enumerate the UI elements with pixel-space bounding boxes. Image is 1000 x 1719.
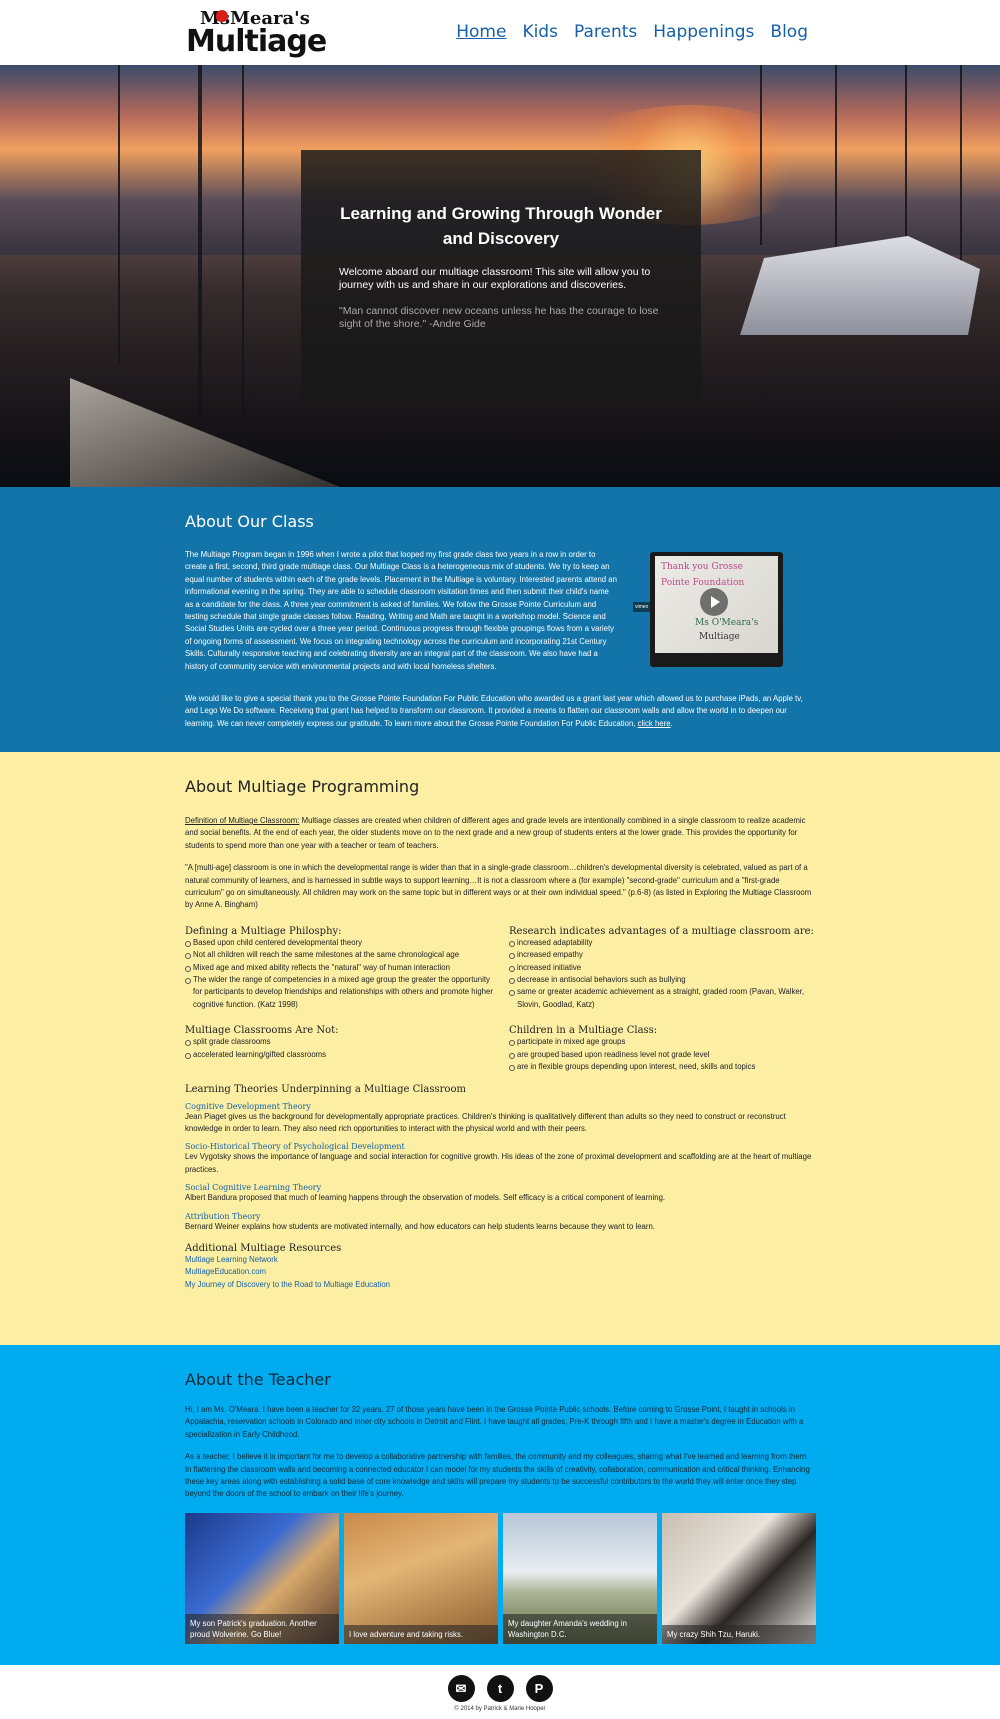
list-item: Mixed age and mixed ability reflects the…	[185, 962, 493, 974]
boat-mast	[118, 65, 120, 365]
about-class-title: About Our Class	[185, 512, 314, 531]
twitter-icon[interactable]: t	[486, 1675, 514, 1702]
logo-multiage: Multiage	[186, 24, 327, 59]
boat-mast	[242, 65, 244, 425]
about-class-section: About Our Class The Multiage Program beg…	[0, 487, 1000, 752]
hero-quote: "Man cannot discover new oceans unless h…	[339, 305, 659, 330]
nav-parents[interactable]: Parents	[574, 22, 637, 42]
definition-paragraph: Definition of Multiage Classroom: Multia…	[185, 815, 817, 852]
photo-gallery: My son Patrick's graduation. Another pro…	[185, 1512, 817, 1644]
nav-blog[interactable]: Blog	[770, 22, 808, 42]
boat-mast	[760, 65, 762, 245]
teacher-section: About the Teacher Hi, I am Ms. O'Meara. …	[0, 1345, 1000, 1665]
list-item: Not all children will reach the same mil…	[185, 949, 493, 961]
not-title: Multiage Classrooms Are Not:	[185, 1025, 339, 1037]
teacher-philosophy: As a teacher, I believe it is important …	[185, 1452, 810, 1499]
hero-title: Learning and Growing Through Wonder and …	[340, 204, 662, 248]
site-header: Ms Meara's Multiage Home Kids Parents Ha…	[0, 0, 1000, 65]
class-video[interactable]: vimeo Thank you Grosse Pointe Foundation…	[633, 552, 783, 667]
theory-text: Jean Piaget gives us the background for …	[185, 1111, 786, 1133]
list-item: increased adaptability	[509, 937, 817, 949]
thumbnail-text: Pointe Foundation	[661, 578, 745, 588]
play-icon[interactable]	[700, 588, 728, 616]
thumbnail-text: Ms O'Meara's	[695, 618, 759, 628]
nav-happenings[interactable]: Happenings	[653, 22, 754, 42]
thumbnail-text: Multiage	[699, 632, 740, 642]
nav-kids[interactable]: Kids	[522, 22, 558, 42]
theory-link[interactable]: Cognitive Development Theory	[185, 1102, 817, 1111]
list-item: participate in mixed age groups	[509, 1036, 817, 1048]
list-item: same or greater academic achievement as …	[509, 986, 817, 1011]
social-links: ✉ t P	[0, 1675, 1000, 1702]
resource-link[interactable]: My Journey of Discovery to the Road to M…	[185, 1279, 817, 1291]
photo-wedding[interactable]: My daughter Amanda's wedding in Washingt…	[503, 1512, 657, 1644]
nav-home[interactable]: Home	[456, 22, 506, 42]
about-class-body: The Multiage Program began in 1996 when …	[185, 550, 617, 671]
children-list: participate in mixed age groups are grou…	[509, 1036, 817, 1073]
site-logo[interactable]: Ms Meara's Multiage	[186, 6, 327, 59]
photo-adventure[interactable]: I love adventure and taking risks.	[344, 1512, 498, 1644]
resources-title: Additional Multiage Resources	[185, 1242, 342, 1254]
photo-graduation[interactable]: My son Patrick's graduation. Another pro…	[185, 1512, 339, 1644]
philosophy-list: Based upon child centered developmental …	[185, 937, 493, 1011]
list-item: are in flexible groups depending upon in…	[509, 1061, 817, 1073]
photo-caption: My son Patrick's graduation. Another pro…	[185, 1613, 339, 1644]
definition-label: Definition of Multiage Classroom:	[185, 816, 300, 825]
video-player[interactable]: Thank you Grosse Pointe Foundation Ms O'…	[650, 552, 783, 667]
pinterest-icon[interactable]: P	[525, 1675, 553, 1702]
site-footer: ✉ t P © 2014 by Patrick & Marie Hooper	[0, 1665, 1000, 1719]
list-item: are grouped based upon readiness level n…	[509, 1049, 817, 1061]
foundation-link[interactable]: click here	[638, 719, 671, 728]
photo-dog[interactable]: My crazy Shih Tzu, Haruki.	[662, 1512, 816, 1644]
vimeo-badge[interactable]: vimeo	[633, 602, 651, 612]
bingham-quote: "A [multi-age] classroom is one in which…	[185, 863, 812, 910]
theories-title: Learning Theories Underpinning a Multiag…	[185, 1083, 466, 1095]
resource-link[interactable]: Multiage Learning Network	[185, 1254, 817, 1266]
hero-welcome: Welcome aboard our multiage classroom! T…	[339, 266, 651, 291]
thanks-paragraph: We would like to give a special thank yo…	[185, 694, 803, 728]
teacher-intro: Hi, I am Ms. O'Meara. I have been a teac…	[185, 1405, 804, 1439]
theory-text: Bernard Weiner explains how students are…	[185, 1221, 655, 1231]
list-item: The wider the range of competencies in a…	[185, 974, 493, 1011]
photo-caption: My daughter Amanda's wedding in Washingt…	[503, 1613, 657, 1644]
philosophy-title: Defining a Multiage Philosphy:	[185, 925, 342, 937]
resource-link[interactable]: MultiageEducation.com	[185, 1266, 817, 1278]
photo-caption: I love adventure and taking risks.	[344, 1624, 498, 1644]
resources-block: Additional Multiage Resources Multiage L…	[185, 1243, 817, 1291]
main-nav: Home Kids Parents Happenings Blog	[456, 22, 808, 42]
thanks-text: We would like to give a special thank yo…	[185, 694, 803, 728]
list-item: accelerated learning/gifted classrooms	[185, 1049, 493, 1061]
hero-overlay: Learning and Growing Through Wonder and …	[301, 150, 701, 402]
theories-block: Learning Theories Underpinning a Multiag…	[185, 1084, 817, 1233]
theory-text: Lev Vygotsky shows the importance of lan…	[185, 1152, 812, 1174]
theory-link[interactable]: Attribution Theory	[185, 1212, 817, 1221]
research-list: increased adaptability increased empathy…	[509, 937, 817, 1011]
theory-text: Albert Bandura proposed that much of lea…	[185, 1193, 666, 1203]
hero-banner: Learning and Growing Through Wonder and …	[0, 65, 1000, 487]
yacht	[740, 236, 980, 335]
list-item: decrease in antisocial behaviors such as…	[509, 974, 817, 986]
boat-mast	[835, 65, 837, 275]
boat-mast	[198, 65, 202, 487]
theory-link[interactable]: Socio-Historical Theory of Psychological…	[185, 1142, 817, 1151]
multiage-section: About Multiage Programming Definition of…	[0, 752, 1000, 1345]
children-title: Children in a Multiage Class:	[509, 1025, 658, 1037]
photo-caption: My crazy Shih Tzu, Haruki.	[662, 1624, 816, 1644]
list-item: increased initiative	[509, 962, 817, 974]
email-icon[interactable]: ✉	[447, 1675, 475, 1702]
not-list: split grade classrooms accelerated learn…	[185, 1036, 493, 1061]
copyright: © 2014 by Patrick & Marie Hooper	[454, 1706, 546, 1712]
multiage-title: About Multiage Programming	[185, 777, 420, 796]
apple-icon	[216, 10, 228, 22]
theory-link[interactable]: Social Cognitive Learning Theory	[185, 1183, 817, 1192]
teacher-title: About the Teacher	[185, 1370, 331, 1389]
research-title: Research indicates advantages of a multi…	[509, 925, 814, 937]
thumbnail-text: Thank you Grosse	[661, 562, 743, 572]
list-item: split grade classrooms	[185, 1036, 493, 1048]
list-item: increased empathy	[509, 949, 817, 961]
list-item: Based upon child centered developmental …	[185, 937, 493, 949]
